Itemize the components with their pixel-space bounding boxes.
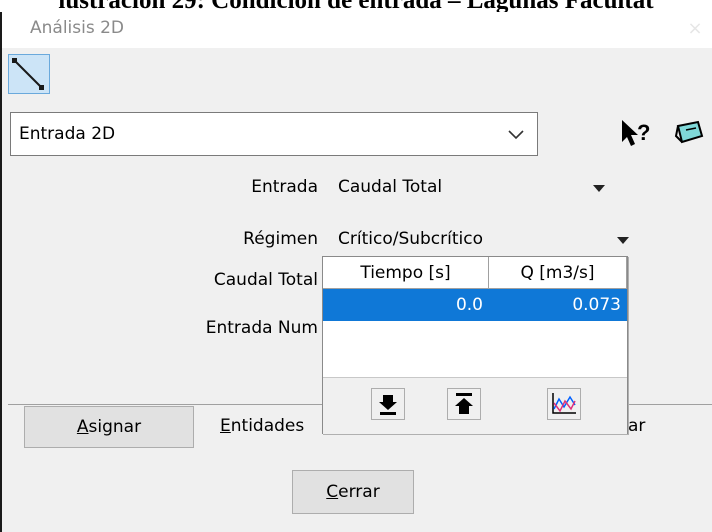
column-header-tiempo[interactable]: Tiempo [s] [323, 257, 489, 289]
table-cell-tiempo[interactable]: 0.0 [323, 289, 489, 321]
entrada-label: Entrada [251, 177, 318, 197]
entity-type-combobox[interactable]: Entrada 2D [10, 112, 538, 156]
insert-row-button[interactable] [371, 388, 405, 420]
whats-this-help-button[interactable]: ? [616, 114, 656, 152]
cerrar-button[interactable]: Cerrar [292, 470, 414, 514]
graph-button[interactable] [547, 388, 581, 420]
close-window-button[interactable]: × [682, 18, 708, 42]
line-draw-tool-button[interactable] [8, 54, 50, 94]
table-cell-caudal[interactable]: 0.073 [489, 289, 627, 321]
delete-row-button[interactable] [447, 388, 481, 420]
combobox-value: Entrada 2D [19, 124, 116, 144]
tab-entidades-mnemonic: E [220, 416, 231, 436]
table-toolbar [323, 377, 627, 434]
column-header-caudal[interactable]: Q [m3/s] [489, 257, 627, 289]
caudal-table-popup: Tiempo [s] Q [m3/s] 0.0 0.073 [322, 256, 628, 434]
tab-entidades-label: ntidades [230, 416, 305, 436]
window-title: Análisis 2D [30, 18, 125, 38]
dialog-window: Análisis 2D × Entrada 2D ? Entrada Cauda… [0, 12, 712, 532]
regimen-label: Régimen [243, 229, 318, 249]
table-header: Tiempo [s] Q [m3/s] [323, 257, 627, 289]
tab-asignar[interactable]: Asignar [24, 406, 194, 448]
chevron-down-icon [508, 130, 524, 140]
tab-entidades[interactable]: Entidades [220, 406, 304, 448]
regimen-dropdown-arrow-icon[interactable] [616, 236, 630, 246]
title-bar: Análisis 2D × [2, 12, 712, 48]
delete-row-icon [455, 393, 473, 414]
cerrar-label: errar [338, 482, 380, 502]
whats-this-help-icon: ? [622, 120, 650, 146]
regimen-value[interactable]: Crítico/Subcrítico [338, 229, 483, 249]
svg-text:?: ? [637, 120, 650, 145]
tab-asignar-label: signar [88, 417, 142, 437]
tab-asignar-mnemonic: A [76, 417, 89, 437]
caudal-total-label: Caudal Total [213, 270, 318, 290]
table-row[interactable]: 0.0 0.073 [323, 289, 627, 321]
cerrar-mnemonic: C [326, 482, 339, 502]
insert-row-icon [379, 395, 397, 415]
entrada-dropdown-arrow-icon[interactable] [592, 184, 606, 194]
notes-icon [674, 120, 704, 144]
line-draw-icon [12, 58, 44, 90]
entrada-value[interactable]: Caudal Total [338, 177, 442, 197]
graph-icon [552, 393, 576, 414]
notes-button[interactable] [668, 116, 712, 152]
entrada-num-label: Entrada Num [205, 318, 318, 338]
